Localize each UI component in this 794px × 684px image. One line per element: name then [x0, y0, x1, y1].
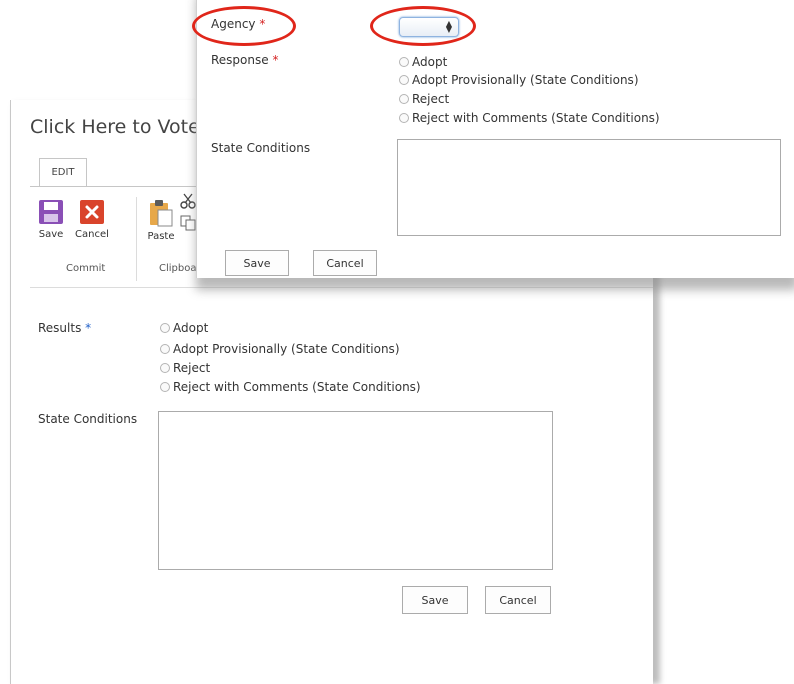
- ribbon-cancel-label: Cancel: [75, 229, 109, 240]
- option-label: Adopt Provisionally (State Conditions): [412, 73, 639, 87]
- cancel-button[interactable]: Cancel: [485, 586, 551, 614]
- agency-response-dialog: Agency * ▲ ▼ Response * Adopt Adopt Provi…: [196, 0, 794, 278]
- radio-button[interactable]: [399, 113, 409, 123]
- ribbon-paste-button[interactable]: Paste: [144, 191, 178, 242]
- option-label: Reject: [173, 361, 211, 375]
- group-separator: [136, 197, 137, 281]
- save-button[interactable]: Save: [225, 250, 289, 276]
- state-conditions-textarea[interactable]: [158, 411, 553, 570]
- option-label: Reject: [412, 92, 450, 106]
- radio-button[interactable]: [399, 94, 409, 104]
- save-button[interactable]: Save: [402, 586, 468, 614]
- ribbon-save-label: Save: [38, 229, 64, 240]
- radio-button[interactable]: [160, 363, 170, 373]
- response-label-text: Response: [211, 53, 269, 67]
- response-option-adopt-provisionally[interactable]: Adopt Provisionally (State Conditions): [399, 73, 639, 87]
- radio-button[interactable]: [399, 57, 409, 67]
- group-label-commit: Commit: [66, 263, 106, 274]
- radio-button[interactable]: [399, 75, 409, 85]
- state-conditions-label: State Conditions: [38, 412, 138, 426]
- state-conditions-label: State Conditions: [211, 141, 311, 155]
- required-marker: *: [272, 53, 279, 67]
- response-option-adopt[interactable]: Adopt: [399, 55, 447, 69]
- state-conditions-textarea[interactable]: [397, 139, 781, 236]
- results-option-adopt-provisionally[interactable]: Adopt Provisionally (State Conditions): [160, 342, 400, 356]
- highlight-ellipse-agency-label: [192, 6, 296, 46]
- option-label: Adopt: [412, 55, 448, 69]
- paste-icon: [150, 200, 173, 227]
- page-title: Click Here to Vote: [30, 116, 200, 138]
- cut-icon[interactable]: [180, 193, 196, 209]
- response-option-reject-with-comments[interactable]: Reject with Comments (State Conditions): [399, 111, 660, 125]
- results-label: Results *: [38, 321, 91, 335]
- option-label: Reject with Comments (State Conditions): [412, 111, 660, 125]
- results-option-reject[interactable]: Reject: [160, 361, 210, 375]
- option-label: Adopt: [173, 321, 209, 335]
- cancel-icon: [80, 200, 104, 224]
- highlight-ellipse-agency-select: [370, 6, 476, 46]
- cancel-button[interactable]: Cancel: [313, 250, 377, 276]
- option-label: Reject with Comments (State Conditions): [173, 380, 421, 394]
- option-label: Adopt Provisionally (State Conditions): [173, 342, 400, 356]
- copy-icon[interactable]: [180, 215, 196, 231]
- radio-button[interactable]: [160, 323, 170, 333]
- ribbon-cancel-button[interactable]: Cancel: [72, 191, 112, 240]
- save-icon: [39, 200, 63, 224]
- response-option-reject[interactable]: Reject: [399, 92, 449, 106]
- response-label: Response *: [211, 53, 278, 67]
- results-option-reject-with-comments[interactable]: Reject with Comments (State Conditions): [160, 380, 421, 394]
- ribbon-save-button[interactable]: Save: [36, 191, 66, 240]
- radio-button[interactable]: [160, 382, 170, 392]
- tab-edit[interactable]: EDIT: [39, 158, 87, 187]
- radio-button[interactable]: [160, 344, 170, 354]
- results-label-text: Results: [38, 321, 82, 335]
- results-option-adopt[interactable]: Adopt: [160, 321, 208, 335]
- required-marker: *: [85, 321, 92, 335]
- ribbon-paste-label: Paste: [147, 231, 175, 242]
